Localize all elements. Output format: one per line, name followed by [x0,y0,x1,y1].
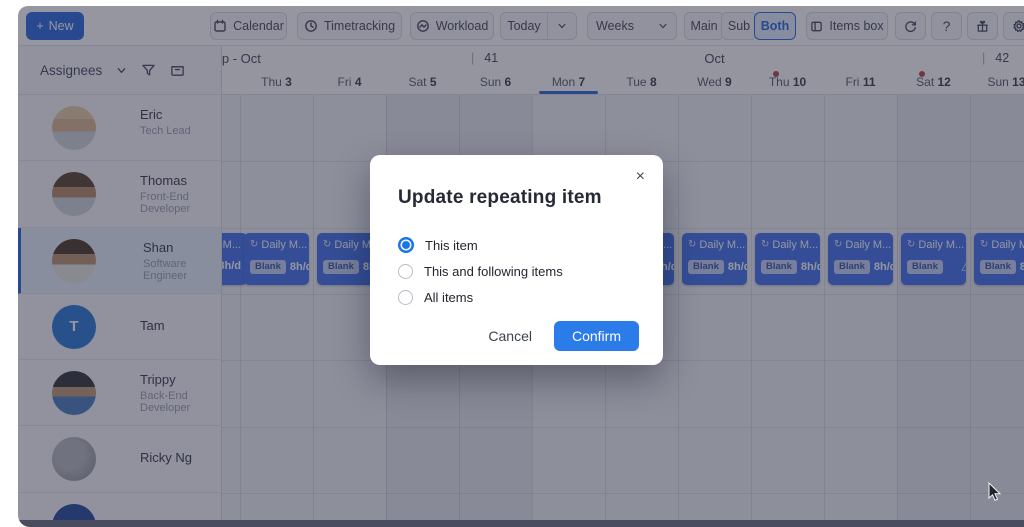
radio-icon [398,290,413,305]
close-icon[interactable]: × [636,169,645,185]
dialog-actions: Cancel Confirm [484,321,639,351]
repeat-option[interactable]: All items [398,289,663,305]
app-window: + New Calendar Timetracking Workload Tod… [18,6,1024,527]
mouse-cursor [988,482,1003,502]
cancel-button[interactable]: Cancel [484,322,536,350]
option-label: This and following items [424,264,563,279]
confirm-button[interactable]: Confirm [554,321,639,351]
repeat-options: This item This and following items All i… [398,237,663,305]
repeat-option[interactable]: This and following items [398,263,663,279]
option-label: All items [424,290,473,305]
option-label: This item [425,238,478,253]
dialog-title: Update repeating item [370,155,663,209]
radio-icon [398,264,413,279]
radio-icon [398,237,414,253]
repeat-option[interactable]: This item [398,237,663,253]
update-repeating-item-dialog: × Update repeating item This item This a… [370,155,663,365]
